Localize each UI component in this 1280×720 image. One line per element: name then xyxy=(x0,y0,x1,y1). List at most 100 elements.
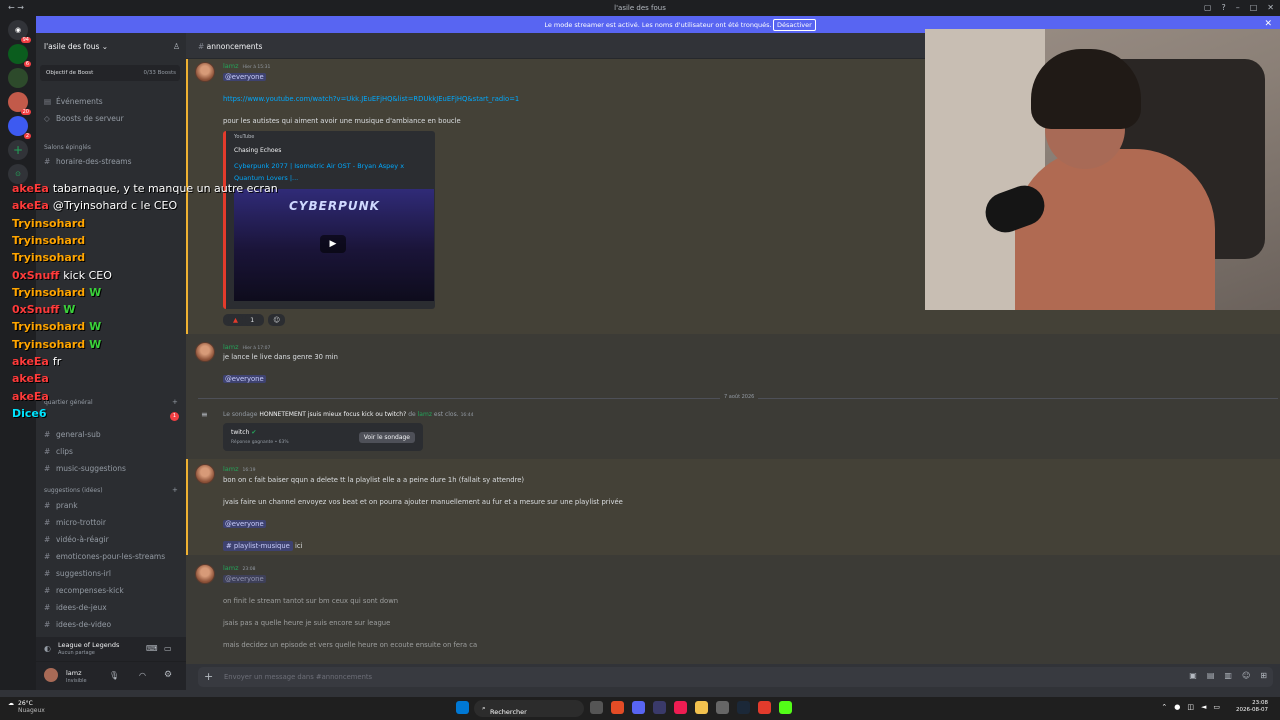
embed-provider: YouTube xyxy=(234,134,255,140)
message-text: jvais faire un channel envoyez vos beat … xyxy=(223,498,623,506)
taskbar-search[interactable]: ⌕ Rechercher xyxy=(474,700,584,717)
apps-icon[interactable]: ⊞ xyxy=(1260,671,1267,680)
app-icon[interactable] xyxy=(758,701,771,714)
author-name[interactable]: lamz xyxy=(223,343,239,351)
category-suggestions[interactable]: suggestions (idées) + xyxy=(44,486,178,494)
channel-link[interactable]: # playlist-musique xyxy=(223,541,293,551)
screen-icon[interactable]: ▭ xyxy=(164,644,172,653)
brave-icon[interactable] xyxy=(611,701,624,714)
avatar[interactable] xyxy=(195,564,215,584)
direct-messages-icon[interactable]: ◉ 94 xyxy=(8,20,31,43)
input-placeholder: Envoyer un message dans #annoncements xyxy=(224,673,373,681)
author-name[interactable]: lamz xyxy=(223,564,239,572)
add-channel-icon[interactable]: + xyxy=(172,486,178,494)
sidebar-item-channel[interactable]: # micro-trottoir xyxy=(44,518,106,527)
help-icon[interactable]: ? xyxy=(1221,3,1225,12)
boost-goal[interactable]: Objectif de Boost 0/33 Boosts xyxy=(40,65,180,81)
network-icon[interactable]: ◫ xyxy=(1187,703,1194,711)
gear-icon[interactable]: ⚙ xyxy=(164,670,172,680)
server-icon[interactable]: 20 xyxy=(8,92,31,115)
sticker-icon[interactable]: ▥ xyxy=(1224,671,1232,680)
inbox-icon[interactable]: ▢ xyxy=(1204,3,1212,12)
volume-icon[interactable]: ◄ xyxy=(1201,703,1206,711)
minimize-icon[interactable]: – xyxy=(1236,3,1240,12)
timestamp: 16:19 xyxy=(242,468,256,473)
file-explorer-icon[interactable] xyxy=(695,701,708,714)
battery-icon[interactable]: ▭ xyxy=(1213,703,1220,711)
server-icon[interactable]: 6 xyxy=(8,44,31,67)
sidebar-item-channel[interactable]: # prank xyxy=(44,501,78,510)
app-icon[interactable] xyxy=(653,701,666,714)
add-reaction-icon[interactable]: ☺ xyxy=(268,314,285,326)
poll-question[interactable]: HONNETEMENT jsuis mieux focus kick ou tw… xyxy=(259,411,406,418)
add-member-icon[interactable]: ♙ xyxy=(173,42,180,51)
avatar[interactable] xyxy=(195,62,215,82)
task-view-icon[interactable] xyxy=(590,701,603,714)
video-thumbnail[interactable]: CYBERPUNK ▶ xyxy=(234,189,434,301)
chevron-up-icon[interactable]: ⌃ xyxy=(1161,703,1167,711)
author-name[interactable]: lamz xyxy=(223,465,239,473)
clock[interactable]: 23:08 2026-08-07 xyxy=(1236,700,1268,714)
view-poll-button[interactable]: Voir le sondage xyxy=(358,432,415,443)
reaction[interactable]: ▲ 1 xyxy=(223,314,265,326)
mic-icon[interactable]: ● xyxy=(1174,703,1180,711)
weather-text: Nuageux xyxy=(18,707,45,714)
avatar[interactable] xyxy=(195,464,215,484)
calendar-icon: ▤ xyxy=(44,97,52,106)
sidebar-item-channel[interactable]: # clips xyxy=(44,447,73,456)
add-server-icon[interactable]: + xyxy=(8,140,28,160)
channel-label: suggestions-irl xyxy=(56,569,111,578)
thumbnail-logo: CYBERPUNK xyxy=(289,199,380,213)
windows-start-icon[interactable] xyxy=(456,701,469,714)
sidebar-item-channel[interactable]: # idees-de-jeux xyxy=(44,603,107,612)
hash-icon: # xyxy=(44,464,51,473)
sidebar-item-events[interactable]: ▤ Événements xyxy=(44,97,103,106)
explore-icon[interactable]: ⊙ xyxy=(8,164,28,184)
headphones-icon[interactable]: ◠ xyxy=(139,671,146,680)
sidebar-item-channel[interactable]: # horaire-des-streams xyxy=(44,157,132,166)
sidebar-item-server-boosts[interactable]: ◇ Boosts de serveur xyxy=(44,114,124,123)
category-pinned[interactable]: Salons épinglés xyxy=(44,144,91,151)
weather-widget[interactable]: ☁ 26°C Nuageux xyxy=(8,700,45,714)
app-icon[interactable] xyxy=(716,701,729,714)
controller-icon[interactable]: ⌨ xyxy=(146,644,158,653)
disable-streamer-button[interactable]: Désactiver xyxy=(773,19,816,31)
mention[interactable]: @everyone xyxy=(223,575,266,583)
sidebar-item-channel[interactable]: # idees-de-video xyxy=(44,620,111,629)
gif-icon[interactable]: ▤ xyxy=(1207,671,1215,680)
gift-icon[interactable]: ▣ xyxy=(1189,671,1197,680)
sidebar-item-channel[interactable]: # emoticones-pour-les-streams xyxy=(44,552,165,561)
mention[interactable]: @everyone xyxy=(223,520,266,528)
discord-icon[interactable] xyxy=(632,701,645,714)
embed-title[interactable]: Cyberpunk 2077 | Isometric Air OST - Bry… xyxy=(234,160,424,184)
sidebar-item-channel[interactable]: # music-suggestions xyxy=(44,464,126,473)
close-banner-icon[interactable]: ✕ xyxy=(1264,19,1272,29)
kick-icon[interactable] xyxy=(779,701,792,714)
mic-icon[interactable]: 🎙 xyxy=(109,671,119,680)
server-icon[interactable]: 2 xyxy=(8,116,31,139)
sidebar-item-channel[interactable]: # recompenses-kick xyxy=(44,586,124,595)
channel-name: annoncements xyxy=(206,42,263,51)
attach-plus-icon[interactable]: + xyxy=(204,670,213,683)
play-icon[interactable]: ▶ xyxy=(320,235,346,253)
tiktok-icon[interactable] xyxy=(674,701,687,714)
author-name[interactable]: lamz xyxy=(223,62,239,70)
mention[interactable]: @everyone xyxy=(223,73,266,81)
steam-icon[interactable] xyxy=(737,701,750,714)
server-name[interactable]: l'asile des fous ⌄ xyxy=(44,42,108,51)
avatar[interactable] xyxy=(44,668,58,682)
poll-winner: twitch xyxy=(231,429,250,436)
poll-author[interactable]: lamz xyxy=(418,411,432,418)
message-link[interactable]: https://www.youtube.com/watch?v=Ukk.JEuE… xyxy=(223,95,519,103)
sidebar-item-channel[interactable]: # vidéo-à-réagir xyxy=(44,535,109,544)
sidebar-item-channel[interactable]: # suggestions-irl xyxy=(44,569,111,578)
mention[interactable]: @everyone xyxy=(223,375,266,383)
emoji-icon[interactable]: ☺ xyxy=(1242,671,1250,680)
category-label: suggestions (idées) xyxy=(44,487,103,494)
maximize-icon[interactable]: □ xyxy=(1250,3,1258,12)
close-window-icon[interactable]: ✕ xyxy=(1267,3,1274,12)
message-input[interactable]: + Envoyer un message dans #annoncements … xyxy=(198,667,1273,687)
embed-author[interactable]: Chasing Echoes xyxy=(234,147,281,154)
server-icon[interactable] xyxy=(8,68,28,88)
channel-label: clips xyxy=(56,447,73,456)
